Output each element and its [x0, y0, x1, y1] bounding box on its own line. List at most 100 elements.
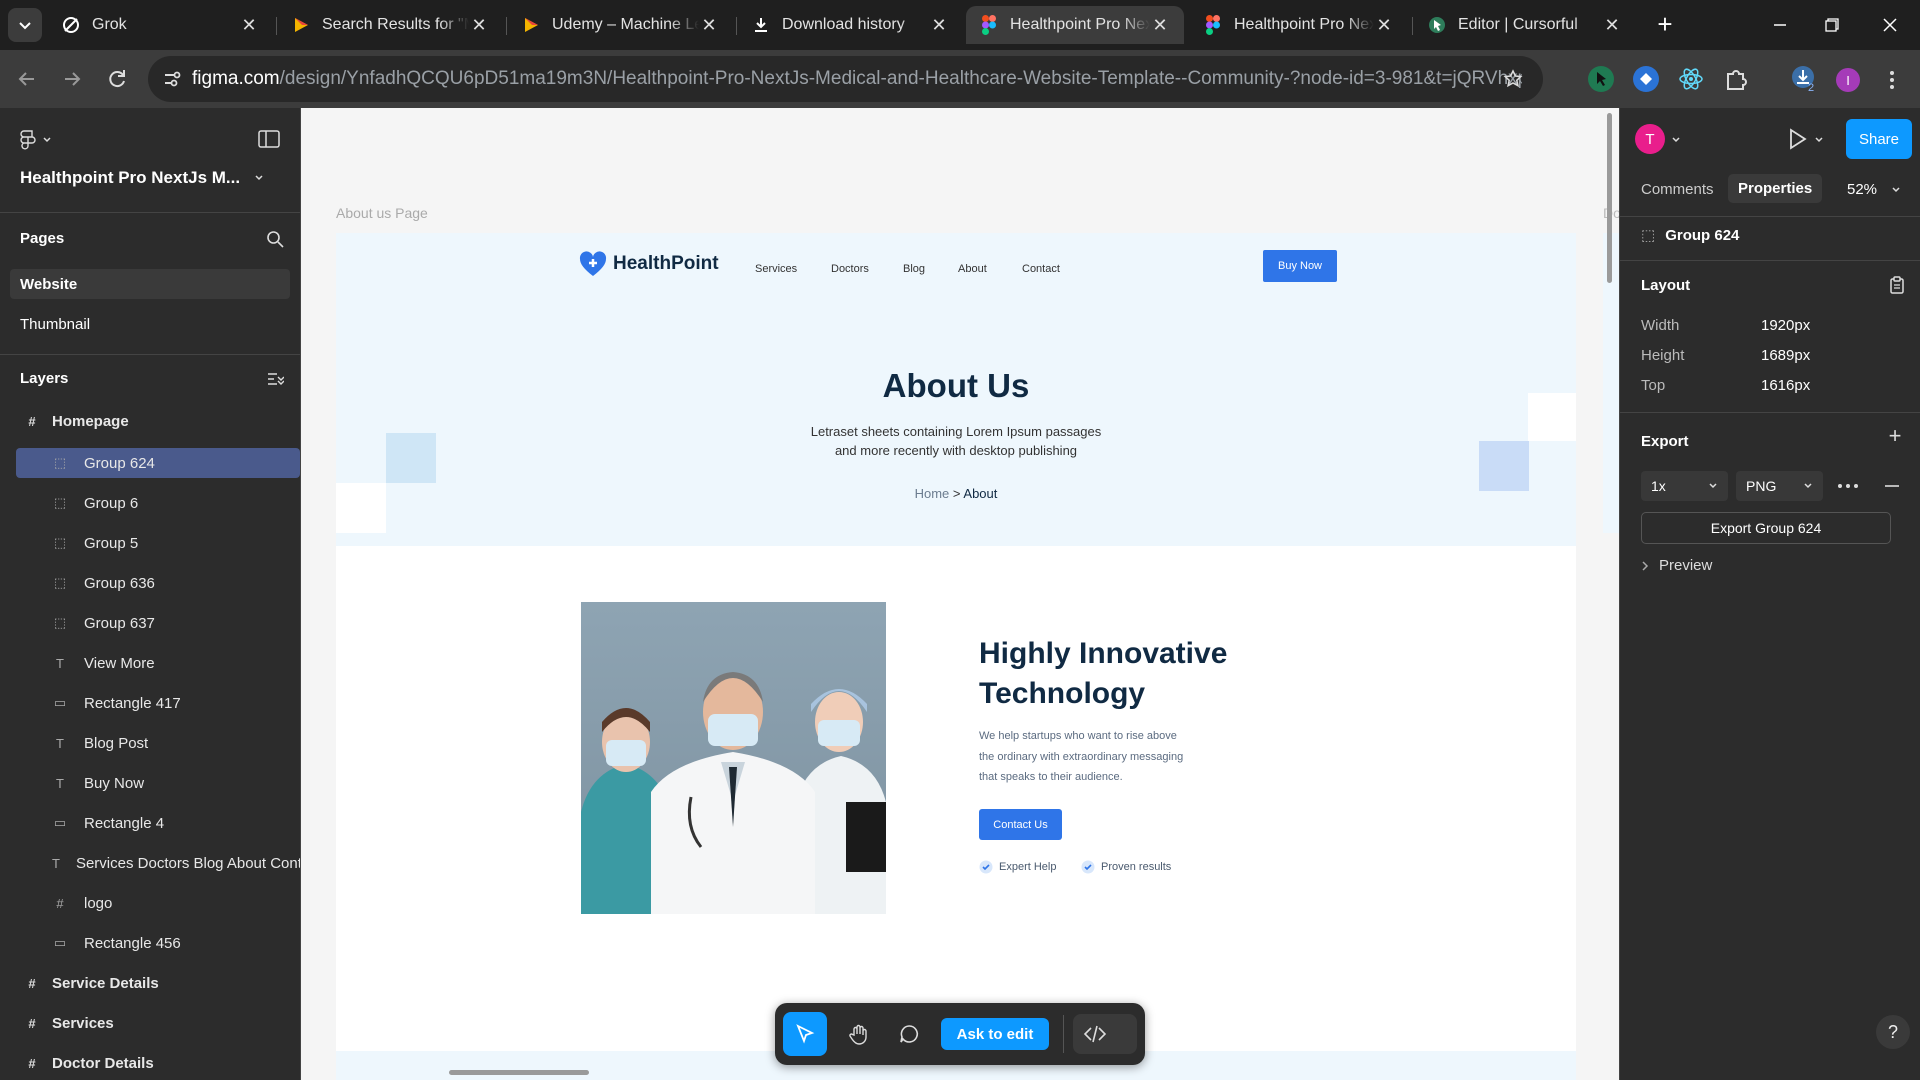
- udemy-icon: [292, 16, 310, 34]
- width-label: Width: [1641, 317, 1680, 334]
- new-tab-button[interactable]: +: [1650, 10, 1680, 40]
- browser-tab[interactable]: Editor | Cursorful ✕: [1414, 6, 1636, 44]
- buy-now-button[interactable]: Buy Now: [1263, 250, 1337, 282]
- layer-item[interactable]: # Homepage: [16, 406, 300, 436]
- layer-item[interactable]: ⬚ Group 5: [16, 528, 300, 558]
- top-value[interactable]: 1616px: [1761, 377, 1810, 394]
- chevron-down-icon[interactable]: [1814, 135, 1824, 145]
- tab-comments[interactable]: Comments: [1641, 175, 1714, 204]
- react-devtools-icon[interactable]: [1678, 66, 1704, 92]
- close-icon[interactable]: ✕: [929, 15, 949, 36]
- layer-item[interactable]: # Service Details: [16, 968, 300, 998]
- share-button[interactable]: Share: [1846, 119, 1912, 159]
- contact-us-button[interactable]: Contact Us: [979, 809, 1062, 840]
- nav-link-doctors[interactable]: Doctors: [831, 263, 869, 275]
- figma-main-menu[interactable]: [20, 130, 52, 150]
- close-icon[interactable]: ✕: [1374, 15, 1394, 36]
- clipboard-icon[interactable]: [1889, 276, 1905, 294]
- height-value[interactable]: 1689px: [1761, 347, 1810, 364]
- figma-canvas[interactable]: About us Page Do HealthPoint Services Do…: [301, 108, 1619, 1080]
- nav-link-about[interactable]: About: [958, 263, 987, 275]
- address-bar[interactable]: figma.com/design/YnfadhQCQU6pD51ma19m3N/…: [148, 56, 1543, 102]
- nav-link-services[interactable]: Services: [755, 263, 797, 275]
- add-export-button[interactable]: +: [1884, 425, 1906, 447]
- close-icon[interactable]: ✕: [239, 15, 259, 36]
- frame-label[interactable]: About us Page: [336, 205, 428, 221]
- layer-item[interactable]: # Doctor Details: [16, 1048, 300, 1078]
- move-tool-button[interactable]: [783, 1012, 827, 1056]
- extension-cursorful-icon[interactable]: [1588, 66, 1614, 92]
- code-icon: [1083, 1025, 1107, 1043]
- page-item-thumbnail[interactable]: Thumbnail: [10, 309, 290, 339]
- page-item-website[interactable]: Website: [10, 269, 290, 299]
- layer-item[interactable]: T Buy Now: [16, 768, 300, 798]
- search-pages-icon[interactable]: [266, 230, 284, 248]
- user-avatar[interactable]: T: [1635, 124, 1665, 154]
- export-format-select[interactable]: PNG: [1736, 471, 1823, 501]
- browser-tab[interactable]: Search Results for "Machine Learning" ✕: [278, 6, 503, 44]
- horizontal-scrollbar[interactable]: [449, 1070, 589, 1075]
- export-button[interactable]: Export Group 624: [1641, 512, 1891, 544]
- forward-button[interactable]: [57, 64, 87, 94]
- layer-item[interactable]: # Services: [16, 1008, 300, 1038]
- browser-tab[interactable]: Grok ✕: [48, 6, 273, 44]
- remove-export-button[interactable]: [1878, 472, 1906, 500]
- close-icon[interactable]: ✕: [1150, 15, 1170, 36]
- downloads-button[interactable]: 2: [1788, 64, 1818, 96]
- browser-menu-button[interactable]: [1882, 68, 1902, 92]
- bookmark-star-icon[interactable]: [1503, 69, 1523, 89]
- layer-item[interactable]: ▭ Rectangle 4: [16, 808, 300, 838]
- nav-link-contact[interactable]: Contact: [1022, 263, 1060, 275]
- profile-avatar[interactable]: I: [1836, 68, 1860, 92]
- width-value[interactable]: 1920px: [1761, 317, 1810, 334]
- layer-item[interactable]: ⬚ Group 6: [16, 488, 300, 518]
- preview-toggle[interactable]: Preview: [1641, 557, 1712, 574]
- export-scale-select[interactable]: 1x: [1641, 471, 1728, 501]
- close-window-button[interactable]: [1870, 8, 1910, 42]
- layer-item[interactable]: T View More: [16, 648, 300, 678]
- file-name[interactable]: Healthpoint Pro NextJs M...: [20, 168, 264, 188]
- close-icon[interactable]: ✕: [1602, 15, 1622, 36]
- export-more-options[interactable]: [1834, 472, 1862, 500]
- browser-tab-active[interactable]: Healthpoint Pro NextJs ✕: [966, 6, 1184, 44]
- layer-item[interactable]: # logo: [16, 888, 300, 918]
- extensions-puzzle-icon[interactable]: [1723, 66, 1749, 92]
- tab-properties[interactable]: Properties: [1728, 174, 1823, 203]
- browser-tab[interactable]: Download history ✕: [738, 6, 963, 44]
- restore-button[interactable]: [1812, 8, 1852, 42]
- site-settings-icon[interactable]: [162, 69, 182, 89]
- nav-link-blog[interactable]: Blog: [903, 263, 925, 275]
- dev-mode-toggle[interactable]: [1073, 1014, 1137, 1054]
- site-logo[interactable]: HealthPoint: [579, 251, 719, 277]
- zoom-dropdown[interactable]: 52%: [1847, 181, 1901, 198]
- vertical-scrollbar[interactable]: [1607, 113, 1612, 283]
- about-page-frame[interactable]: HealthPoint Services Doctors Blog About …: [336, 233, 1576, 1080]
- tab-search-button[interactable]: [8, 8, 42, 42]
- layer-item[interactable]: ▭ Rectangle 456: [16, 928, 300, 958]
- layers-options-icon[interactable]: [266, 370, 284, 388]
- back-button[interactable]: [12, 64, 42, 94]
- hand-tool-button[interactable]: [837, 1012, 881, 1056]
- ask-to-edit-button[interactable]: Ask to edit: [941, 1018, 1049, 1050]
- check-circle-icon: [979, 860, 993, 874]
- reload-button[interactable]: [102, 64, 132, 94]
- user-avatar-initial: T: [1645, 130, 1655, 148]
- breadcrumb-home[interactable]: Home: [915, 486, 950, 501]
- browser-tab[interactable]: Udemy – Machine Learning ✕: [508, 6, 733, 44]
- present-play-icon[interactable]: [1786, 127, 1808, 151]
- extension-icon[interactable]: [1633, 66, 1659, 92]
- browser-tab[interactable]: Healthpoint Pro NextJs ✕: [1190, 6, 1408, 44]
- layer-item[interactable]: T Services Doctors Blog About Contact: [16, 848, 300, 878]
- comment-tool-button[interactable]: [887, 1012, 931, 1056]
- help-button[interactable]: ?: [1876, 1015, 1910, 1049]
- toggle-sidebar-icon[interactable]: [258, 130, 280, 148]
- close-icon[interactable]: ✕: [699, 15, 719, 36]
- layer-item[interactable]: ⬚ Group 636: [16, 568, 300, 598]
- minimize-button[interactable]: [1760, 8, 1800, 42]
- chevron-down-icon[interactable]: [1671, 135, 1681, 145]
- layer-item[interactable]: T Blog Post: [16, 728, 300, 758]
- layer-item[interactable]: ▭ Rectangle 417: [16, 688, 300, 718]
- layer-item[interactable]: ⬚ Group 637: [16, 608, 300, 638]
- layer-item-selected[interactable]: ⬚ Group 624: [16, 448, 300, 478]
- close-icon[interactable]: ✕: [469, 15, 489, 36]
